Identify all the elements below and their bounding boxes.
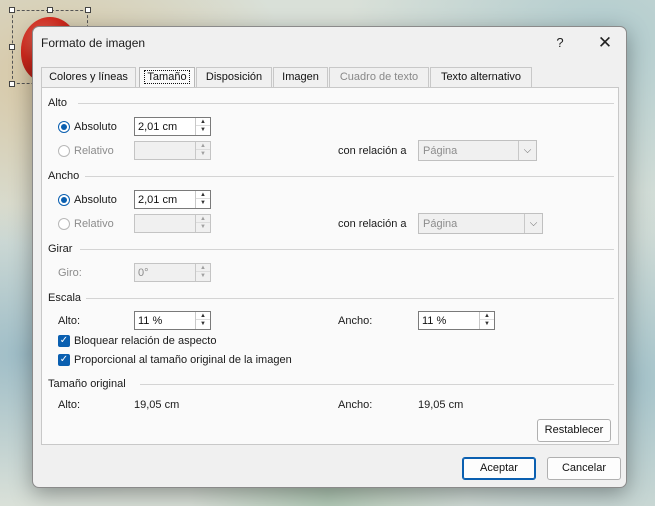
resize-handle[interactable] [9, 81, 15, 87]
escala-alto-value: 11 % [138, 315, 163, 327]
original-alto-label: Alto: [58, 399, 81, 411]
alto-relativo-radio [58, 145, 70, 157]
spin-up-icon[interactable]: ▲ [196, 118, 210, 126]
tab-panel-tamano: Alto Absoluto 2,01 cm ▲ ▼ Relativo ▲ ▼ con… [41, 87, 619, 445]
ancho-relativo-radio [58, 218, 70, 230]
alto-absoluto-spinner[interactable]: 2,01 cm ▲ ▼ [134, 117, 211, 136]
tab-colores-y-lineas[interactable]: Colores y líneas [41, 67, 136, 87]
resize-handle[interactable] [9, 44, 15, 50]
resize-handle[interactable] [9, 7, 15, 13]
escala-ancho-label: Ancho: [338, 315, 373, 327]
section-divider [86, 298, 614, 299]
relative-original-label: Proporcional al tamaño original de la im… [74, 354, 292, 366]
spin-down-icon[interactable]: ▼ [196, 320, 210, 328]
ancho-relativo-spinner: ▲ ▼ [134, 214, 211, 233]
alto-relativo-label: Relativo [74, 145, 114, 157]
spin-down-icon[interactable]: ▼ [480, 320, 494, 328]
ok-button[interactable]: Aceptar [462, 457, 536, 480]
resize-handle[interactable] [85, 7, 91, 13]
ancho-absoluto-radio[interactable] [58, 194, 70, 206]
giro-spinner: 0° ▲ ▼ [134, 263, 211, 282]
spin-down-icon: ▼ [200, 224, 206, 230]
cancel-button[interactable]: Cancelar [547, 457, 621, 480]
section-tamano-original-label: Tamaño original [48, 378, 126, 390]
giro-value: 0° [138, 267, 149, 279]
checkmark-icon: ✓ [59, 335, 69, 346]
ancho-absoluto-label: Absoluto [74, 194, 117, 206]
escala-alto-spinner[interactable]: 11 % ▲ ▼ [134, 311, 211, 330]
checkmark-icon: ✓ [59, 354, 69, 365]
tab-disposicion[interactable]: Disposición [196, 67, 272, 87]
alto-absoluto-value: 2,01 cm [138, 121, 178, 133]
escala-ancho-value: 11 % [422, 315, 447, 327]
escala-ancho-spinner[interactable]: 11 % ▲ ▼ [418, 311, 495, 330]
help-button[interactable]: ? [543, 29, 577, 57]
section-girar-label: Girar [48, 243, 73, 255]
spin-up-icon[interactable]: ▲ [196, 312, 210, 320]
original-ancho-value: 19,05 cm [418, 399, 464, 411]
spin-up-icon: ▲ [196, 264, 210, 272]
ancho-absoluto-value: 2,01 cm [138, 194, 178, 206]
spin-down-icon: ▼ [200, 151, 206, 157]
reset-button[interactable]: Restablecer [537, 419, 611, 442]
format-picture-dialog: Formato de imagen ? ✕ Colores y líneas T… [32, 26, 627, 488]
tab-tamano[interactable]: Tamaño [139, 67, 195, 88]
spin-up-icon: ▲ [196, 142, 210, 150]
spin-down-icon: ▼ [200, 273, 206, 279]
close-icon: ✕ [597, 33, 613, 52]
spin-up-icon[interactable]: ▲ [196, 191, 210, 199]
section-ancho-label: Ancho [48, 170, 80, 182]
original-ancho-label: Ancho: [338, 399, 373, 411]
section-escala-label: Escala [48, 292, 82, 304]
giro-label: Giro: [58, 267, 82, 279]
close-button[interactable]: ✕ [588, 29, 622, 57]
ancho-relation-label: con relación a [338, 218, 407, 230]
tab-texto-alternativo[interactable]: Texto alternativo [430, 67, 532, 87]
section-divider [140, 384, 614, 385]
help-icon: ? [556, 35, 564, 50]
section-divider [78, 103, 614, 104]
tab-cuadro-de-texto: Cuadro de texto [329, 67, 429, 87]
lock-aspect-checkbox[interactable]: ✓ [58, 335, 70, 347]
alto-relation-label: con relación a [338, 145, 407, 157]
section-divider [80, 249, 614, 250]
ancho-relativo-label: Relativo [74, 218, 114, 230]
section-alto-label: Alto [48, 97, 67, 109]
spin-up-icon[interactable]: ▲ [480, 312, 494, 320]
alto-relation-select: Página ⌵ [418, 140, 537, 161]
spin-down-icon[interactable]: ▼ [196, 199, 210, 207]
alto-absoluto-label: Absoluto [74, 121, 117, 133]
relative-original-checkbox[interactable]: ✓ [58, 354, 70, 366]
chevron-down-icon: ⌵ [524, 214, 542, 233]
chevron-down-icon: ⌵ [518, 141, 536, 160]
title-bar: Formato de imagen ? ✕ [33, 27, 626, 59]
spin-down-icon[interactable]: ▼ [196, 126, 210, 134]
spin-up-icon: ▲ [196, 215, 210, 223]
ancho-relation-select: Página ⌵ [418, 213, 543, 234]
dialog-title: Formato de imagen [41, 36, 146, 50]
original-alto-value: 19,05 cm [134, 399, 180, 411]
resize-handle[interactable] [47, 7, 53, 13]
escala-alto-label: Alto: [58, 315, 81, 327]
alto-absoluto-radio[interactable] [58, 121, 70, 133]
ancho-absoluto-spinner[interactable]: 2,01 cm ▲ ▼ [134, 190, 211, 209]
lock-aspect-label: Bloquear relación de aspecto [74, 335, 217, 347]
section-divider [85, 176, 614, 177]
tab-imagen[interactable]: Imagen [273, 67, 328, 87]
alto-relativo-spinner: ▲ ▼ [134, 141, 211, 160]
